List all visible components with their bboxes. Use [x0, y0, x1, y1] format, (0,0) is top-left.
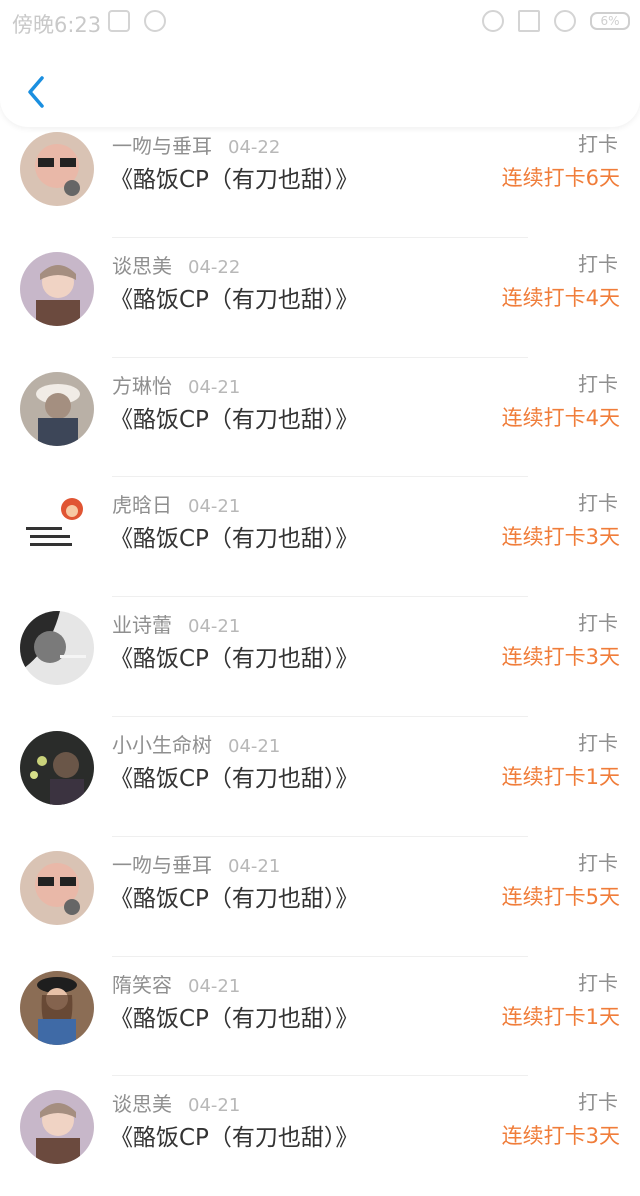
checkin-label: 打卡	[578, 371, 618, 396]
list-item[interactable]: 虎晗日 04-21 《酪饭CP（有刀也甜）》 打卡 连续打卡3天	[0, 477, 640, 598]
list-item[interactable]: 谈思美 04-21 《酪饭CP（有刀也甜）》 打卡 连续打卡3天	[0, 1076, 640, 1196]
avatar[interactable]	[20, 371, 94, 446]
user-meta: 一吻与垂耳 04-22	[112, 130, 280, 159]
user-name[interactable]: 隋笑容	[112, 973, 172, 997]
checkin-date: 04-21	[188, 1095, 241, 1117]
book-title[interactable]: 《酪饭CP（有刀也甜）》	[110, 879, 358, 913]
status-bar: 傍晚6:23 6%	[0, 0, 640, 44]
avatar[interactable]	[20, 611, 94, 686]
user-meta: 谈思美 04-21	[112, 1088, 240, 1117]
avatar[interactable]	[20, 850, 94, 925]
checkin-label: 打卡	[578, 251, 618, 276]
status-time: 傍晚6:23	[12, 13, 102, 37]
user-meta: 方琳怡 04-21	[112, 370, 240, 399]
avatar[interactable]	[20, 730, 94, 805]
book-title[interactable]: 《酪饭CP（有刀也甜）》	[110, 639, 358, 673]
avatar[interactable]	[20, 491, 94, 566]
checkin-label: 打卡	[578, 730, 618, 755]
checkin-label: 打卡	[578, 132, 618, 156]
checkin-label: 打卡	[578, 850, 618, 875]
streak-count: 连续打卡3天	[501, 645, 620, 670]
user-name[interactable]: 谈思美	[112, 1092, 172, 1116]
chevron-left-icon	[28, 76, 44, 108]
checkin-date: 04-21	[228, 735, 281, 757]
streak-count: 连续打卡4天	[501, 285, 620, 310]
checkin-list: 一吻与垂耳 04-22 《酪饭CP（有刀也甜）》 打卡 连续打卡6天 谈思美 04-…	[0, 118, 640, 1196]
back-button[interactable]	[22, 74, 52, 110]
book-title[interactable]: 《酪饭CP（有刀也甜）》	[110, 759, 358, 793]
streak-count: 连续打卡4天	[501, 405, 620, 430]
user-meta: 小小生命树 04-21	[112, 729, 280, 758]
book-title[interactable]: 《酪饭CP（有刀也甜）》	[110, 280, 358, 314]
status-right-icons: 6%	[482, 10, 630, 32]
alarm-icon	[482, 10, 504, 32]
notification-icon	[108, 10, 130, 32]
user-meta: 虎晗日 04-21	[112, 489, 240, 518]
book-title[interactable]: 《酪饭CP（有刀也甜）》	[110, 160, 358, 194]
checkin-date: 04-22	[228, 137, 281, 158]
checkin-date: 04-21	[188, 376, 241, 398]
message-icon	[144, 10, 166, 32]
user-name[interactable]: 一吻与垂耳	[112, 853, 212, 877]
checkin-label: 打卡	[578, 970, 618, 995]
checkin-date: 04-21	[228, 855, 281, 877]
checkin-date: 04-21	[188, 496, 241, 518]
wifi-icon	[554, 10, 576, 32]
user-name[interactable]: 一吻与垂耳	[112, 134, 212, 158]
streak-count: 连续打卡1天	[501, 1004, 620, 1029]
avatar[interactable]	[20, 970, 94, 1045]
streak-count: 连续打卡6天	[501, 166, 620, 190]
signal-icon	[518, 10, 540, 32]
book-title[interactable]: 《酪饭CP（有刀也甜）》	[110, 1118, 358, 1152]
avatar[interactable]	[20, 1090, 94, 1165]
streak-count: 连续打卡1天	[501, 764, 620, 789]
checkin-date: 04-21	[188, 975, 241, 997]
streak-count: 连续打卡3天	[501, 525, 620, 550]
list-item[interactable]: 隋笑容 04-21 《酪饭CP（有刀也甜）》 打卡 连续打卡1天	[0, 957, 640, 1077]
list-item[interactable]: 一吻与垂耳 04-22 《酪饭CP（有刀也甜）》 打卡 连续打卡6天	[0, 118, 640, 238]
user-meta: 一吻与垂耳 04-21	[112, 849, 280, 878]
avatar[interactable]	[20, 132, 94, 206]
user-name[interactable]: 谈思美	[112, 254, 172, 278]
user-name[interactable]: 业诗蕾	[112, 613, 172, 637]
user-meta: 隋笑容 04-21	[112, 969, 240, 998]
checkin-label: 打卡	[578, 491, 618, 516]
list-item[interactable]: 业诗蕾 04-21 《酪饭CP（有刀也甜）》 打卡 连续打卡3天	[0, 597, 640, 717]
checkin-label: 打卡	[578, 611, 618, 636]
status-left-icons	[108, 10, 166, 32]
user-meta: 谈思美 04-22	[112, 250, 240, 279]
user-name[interactable]: 方琳怡	[112, 374, 172, 398]
user-name[interactable]: 小小生命树	[112, 733, 212, 757]
user-meta: 业诗蕾 04-21	[112, 609, 240, 638]
battery-icon: 6%	[590, 12, 630, 30]
book-title[interactable]: 《酪饭CP（有刀也甜）》	[110, 519, 358, 553]
list-item[interactable]: 方琳怡 04-21 《酪饭CP（有刀也甜）》 打卡 连续打卡4天	[0, 358, 640, 478]
list-item[interactable]: 谈思美 04-22 《酪饭CP（有刀也甜）》 打卡 连续打卡4天	[0, 238, 640, 358]
book-title[interactable]: 《酪饭CP（有刀也甜）》	[110, 400, 358, 434]
list-item[interactable]: 一吻与垂耳 04-21 《酪饭CP（有刀也甜）》 打卡 连续打卡5天	[0, 837, 640, 957]
checkin-date: 04-21	[188, 616, 241, 638]
streak-count: 连续打卡5天	[501, 884, 620, 909]
book-title[interactable]: 《酪饭CP（有刀也甜）》	[110, 999, 358, 1033]
streak-count: 连续打卡3天	[501, 1124, 620, 1149]
list-item[interactable]: 小小生命树 04-21 《酪饭CP（有刀也甜）》 打卡 连续打卡1天	[0, 717, 640, 837]
top-header: 傍晚6:23 6%	[0, 0, 640, 127]
user-name[interactable]: 虎晗日	[112, 493, 172, 517]
checkin-label: 打卡	[578, 1090, 618, 1115]
avatar[interactable]	[20, 251, 94, 326]
checkin-date: 04-22	[188, 256, 241, 278]
